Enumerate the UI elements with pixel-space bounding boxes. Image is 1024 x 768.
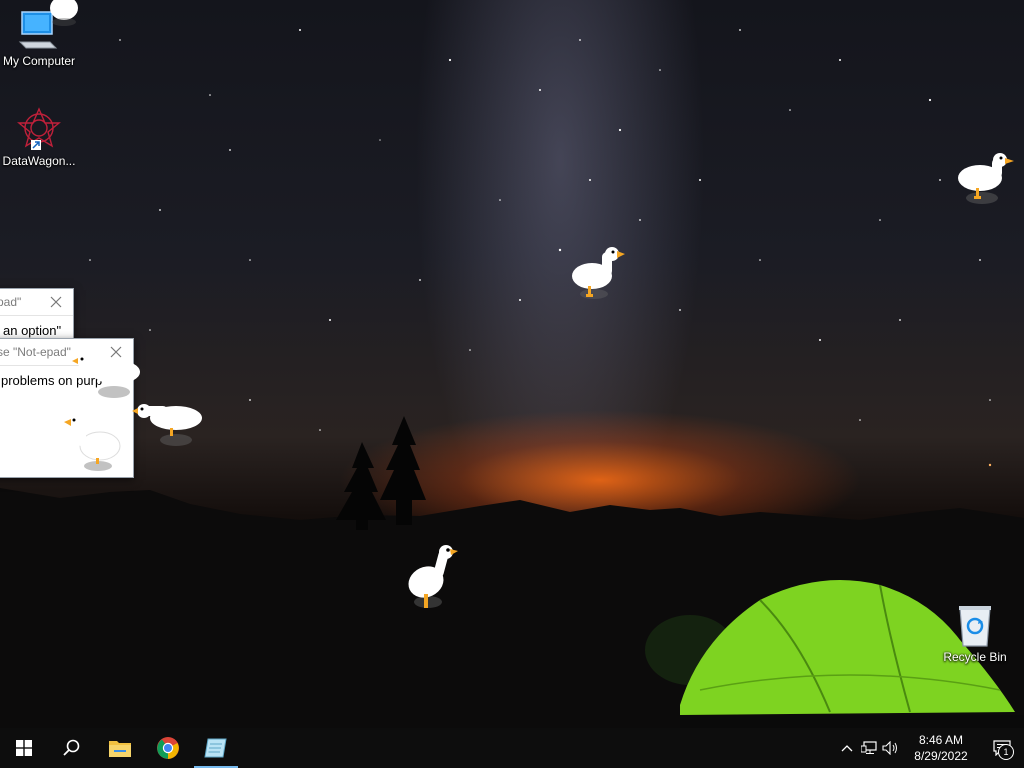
network-icon bbox=[861, 741, 877, 754]
stars bbox=[89, 29, 992, 467]
desktop-icon-datawagon[interactable]: DataWagon... bbox=[0, 106, 78, 168]
desktop-icon-label: Recycle Bin bbox=[943, 650, 1007, 664]
clock-time: 8:46 AM bbox=[918, 733, 964, 747]
show-hidden-icons-button[interactable] bbox=[836, 728, 858, 768]
recycle-bin-icon bbox=[952, 602, 998, 648]
goose-sprite[interactable] bbox=[402, 542, 464, 614]
goose-sprite[interactable] bbox=[132, 398, 206, 450]
notepad-icon bbox=[204, 738, 227, 758]
chevron-up-icon bbox=[841, 745, 853, 752]
volume-icon bbox=[882, 741, 897, 755]
desktop-wallpaper bbox=[0, 0, 1024, 728]
notification-count-badge: 1 bbox=[998, 744, 1014, 760]
clock-date: 8/29/2022 bbox=[914, 749, 968, 763]
goose-sprite[interactable] bbox=[72, 350, 144, 402]
desktop-icon-label: My Computer bbox=[2, 54, 76, 68]
dialog-message: an option" bbox=[3, 323, 62, 338]
action-center-button[interactable]: 1 bbox=[980, 728, 1024, 768]
start-button[interactable] bbox=[0, 728, 48, 768]
network-button[interactable] bbox=[858, 728, 880, 768]
chrome-button[interactable] bbox=[144, 728, 192, 768]
datawagon-icon bbox=[16, 106, 62, 152]
chrome-icon bbox=[157, 737, 179, 759]
clock[interactable]: 8:46 AM 8/29/2022 bbox=[902, 732, 980, 764]
dialog-titlebar[interactable]: pad" bbox=[0, 289, 73, 316]
system-tray: 8:46 AM 8/29/2022 1 bbox=[836, 728, 1024, 768]
volume-button[interactable] bbox=[880, 728, 902, 768]
close-icon bbox=[50, 296, 62, 308]
search-icon bbox=[63, 739, 80, 756]
notepad-taskbar-button[interactable] bbox=[192, 728, 240, 768]
goose-sprite[interactable] bbox=[952, 150, 1018, 208]
search-button[interactable] bbox=[48, 728, 96, 768]
goose-sprite[interactable] bbox=[62, 412, 126, 474]
file-explorer-button[interactable] bbox=[96, 728, 144, 768]
pine-trees bbox=[336, 416, 426, 530]
dialog-title: pad" bbox=[0, 295, 22, 309]
folder-icon bbox=[109, 741, 131, 757]
desktop-icon-label: DataWagon... bbox=[2, 154, 76, 168]
goose-sprite[interactable] bbox=[46, 0, 82, 28]
close-button[interactable] bbox=[45, 291, 67, 313]
goose-sprite[interactable] bbox=[566, 244, 630, 304]
desktop-icon-recycle-bin[interactable]: Recycle Bin bbox=[936, 602, 1014, 664]
dialog-title: se "Not-epad" bbox=[0, 345, 71, 359]
windows-logo-icon bbox=[16, 740, 32, 756]
night-sky-scene bbox=[0, 29, 1024, 728]
taskbar: 8:46 AM 8/29/2022 1 bbox=[0, 728, 1024, 768]
